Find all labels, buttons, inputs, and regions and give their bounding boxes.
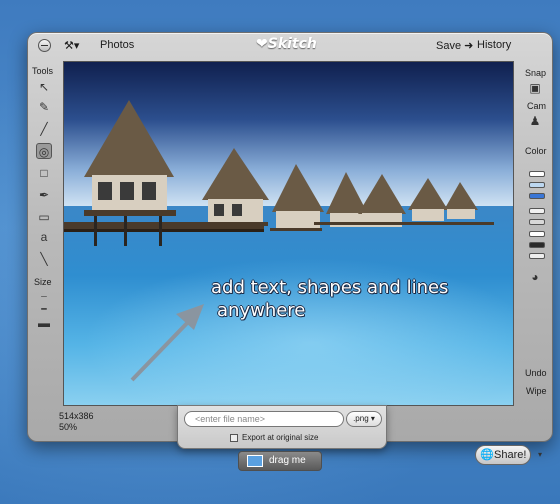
share-label: Share!: [494, 449, 527, 461]
collapse-button[interactable]: [38, 39, 51, 52]
export-label: Export at original size: [242, 433, 319, 442]
color-swatch[interactable]: [529, 242, 545, 248]
size-label: Size: [34, 277, 52, 287]
pencil-icon[interactable]: ✎: [36, 99, 52, 115]
person-icon[interactable]: ♟: [527, 113, 543, 129]
color-swatch[interactable]: [529, 253, 545, 259]
image-canvas[interactable]: add text, shapes and lines anywhere: [63, 61, 514, 406]
snap-camera-icon[interactable]: ▣: [527, 80, 543, 96]
brush-icon[interactable]: ╲: [36, 251, 52, 267]
drag-me-handle[interactable]: drag me: [238, 451, 322, 471]
heart-icon: ❤: [256, 36, 268, 52]
color-swatch[interactable]: [529, 208, 545, 214]
save-label: Save: [436, 40, 462, 52]
tools-label: Tools: [32, 66, 54, 76]
color-swatch[interactable]: [529, 219, 545, 225]
history-button[interactable]: History: [477, 39, 511, 51]
color-picker-icon[interactable]: ◕: [527, 269, 543, 285]
file-panel: <enter file name> .png ▾ Export at origi…: [177, 405, 387, 449]
overwater-bungalows: [64, 100, 494, 382]
save-arrow-icon: ➜: [461, 40, 474, 52]
photos-button[interactable]: Photos: [100, 39, 134, 51]
highlighter-icon[interactable]: ✒: [36, 187, 52, 203]
line-icon[interactable]: ╱: [36, 121, 52, 137]
color-swatch[interactable]: [529, 182, 545, 188]
annotation-line-1: add text, shapes and lines: [211, 277, 449, 298]
wipe-button[interactable]: Wipe: [526, 386, 547, 396]
drag-label: drag me: [269, 455, 306, 466]
undo-button[interactable]: Undo: [525, 368, 547, 378]
image-thumbnail-icon: [247, 455, 263, 467]
ellipse-icon[interactable]: ◎: [36, 143, 52, 159]
tools-menu-icon[interactable]: ⚒▾: [64, 39, 79, 52]
zoom-level: 50%: [59, 422, 78, 432]
image-status: 514x386 50%: [59, 411, 94, 433]
annotation-line-2: anywhere: [217, 300, 306, 321]
color-swatch[interactable]: [529, 231, 545, 237]
snap-label: Snap: [525, 68, 547, 78]
text-icon[interactable]: a: [36, 229, 52, 245]
filetype-label: .png: [353, 414, 369, 423]
save-button[interactable]: Save ➜: [436, 39, 473, 52]
rectangle-icon[interactable]: □: [36, 165, 52, 181]
share-dropdown-icon[interactable]: ▾: [535, 450, 545, 460]
export-checkbox[interactable]: [230, 434, 238, 442]
skitch-logo: ❤Skitch: [256, 36, 320, 54]
cam-label: Cam: [527, 101, 547, 111]
color-label: Color: [525, 146, 547, 156]
share-button[interactable]: 🌐 Share!: [475, 445, 531, 465]
eraser-icon[interactable]: ▭: [36, 209, 52, 225]
filetype-select[interactable]: .png ▾: [346, 411, 382, 427]
color-swatch[interactable]: [529, 171, 545, 177]
skitch-window: ⚒▾ Photos ❤Skitch Save ➜ History Tools ↖…: [27, 32, 553, 465]
filename-input[interactable]: <enter file name>: [184, 411, 344, 427]
pointer-icon[interactable]: ↖: [36, 79, 52, 95]
titlebar: ⚒▾ Photos ❤Skitch Save ➜ History: [28, 33, 552, 59]
size-large-icon[interactable]: ▬: [36, 315, 52, 331]
color-swatch[interactable]: [529, 193, 545, 199]
logo-text: Skitch: [267, 36, 317, 52]
globe-icon: 🌐: [480, 449, 494, 461]
canvas-annotation-text[interactable]: add text, shapes and lines anywhere: [211, 276, 511, 322]
image-dimensions: 514x386: [59, 411, 94, 421]
